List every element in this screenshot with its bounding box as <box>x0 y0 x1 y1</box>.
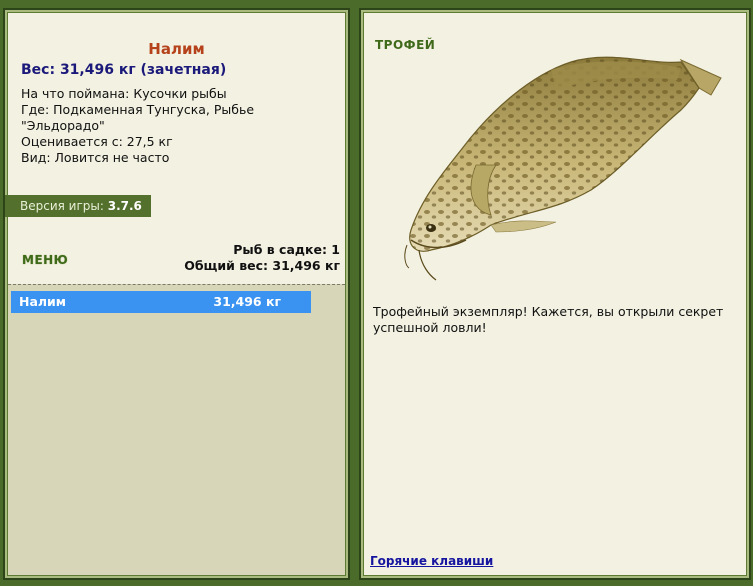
fish-count: Рыб в садке: 1 <box>233 242 340 257</box>
catch-item-name: Налим <box>19 294 67 309</box>
rated-info: Оценивается с: 27,5 кг <box>21 134 173 149</box>
trophy-message: Трофейный экземпляр! Кажется, вы открыли… <box>373 304 724 335</box>
menu-button[interactable]: МЕНЮ <box>22 253 68 267</box>
catch-item-weight: 31,496 кг <box>213 294 281 309</box>
catch-info-panel: Налим Вес: 31,496 кг (зачетная) На что п… <box>3 8 350 580</box>
place-info: Где: Подкаменная Тунгуска, Рыбье "Эльдор… <box>21 102 255 133</box>
total-weight: Общий вес: 31,496 кг <box>184 258 340 273</box>
catch-list: Налим 31,496 кг <box>8 284 345 575</box>
trophy-panel: ТРОФЕЙ Трофейный экземпляр! Кажется, вы … <box>359 8 751 580</box>
bait-info: На что поймана: Кусочки рыбы <box>21 86 227 101</box>
version-label: Версия игры: <box>20 199 104 213</box>
version-value: 3.7.6 <box>107 199 142 213</box>
burbot-fish-image <box>404 56 722 281</box>
keepnet-stats: Рыб в садке: 1 Общий вес: 31,496 кг <box>184 242 340 274</box>
kind-info: Вид: Ловится не часто <box>21 150 170 165</box>
catch-list-item[interactable]: Налим 31,496 кг <box>11 291 311 313</box>
fish-weight: Вес: 31,496 кг (зачетная) <box>21 62 227 78</box>
hotkeys-link[interactable]: Горячие клавиши <box>370 554 493 568</box>
fish-details: На что поймана: Кусочки рыбы Где: Подкам… <box>21 86 331 166</box>
trophy-label: ТРОФЕЙ <box>375 38 436 52</box>
fish-name: Налим <box>148 40 205 58</box>
game-version: Версия игры: 3.7.6 <box>5 195 151 217</box>
